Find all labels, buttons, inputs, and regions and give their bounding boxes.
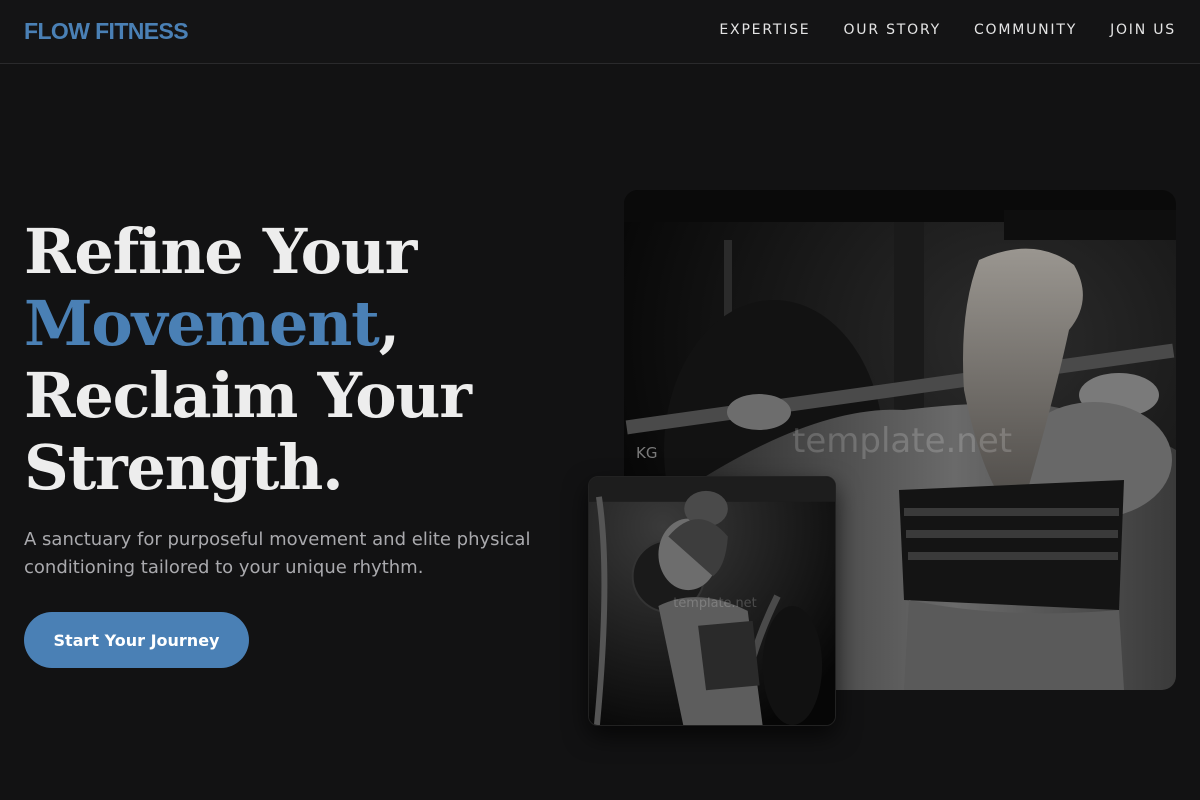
- hero-title-line4: Strength.: [24, 431, 344, 504]
- main-photo-watermark: template.net: [792, 421, 1012, 461]
- small-photo-watermark: template.net: [673, 596, 756, 611]
- hero-title: Refine Your Movement, Reclaim Your Stren…: [24, 216, 584, 504]
- hero-title-line1: Refine Your: [24, 215, 417, 288]
- brand-logo[interactable]: FLOW FITNESS: [24, 18, 189, 45]
- plate-label: KG: [636, 444, 657, 462]
- hero-title-accent: Movement: [24, 287, 380, 360]
- hero-subtitle: A sanctuary for purposeful movement and …: [24, 529, 531, 578]
- nav-link-expertise[interactable]: EXPERTISE: [719, 22, 810, 38]
- nav-link-community[interactable]: COMMUNITY: [974, 22, 1077, 38]
- nav-link-our-story[interactable]: OUR STORY: [843, 22, 941, 38]
- battle-rope-athlete-illustration: template.net: [589, 477, 835, 725]
- nav-links: EXPERTISE OUR STORY COMMUNITY JOIN US: [719, 22, 1176, 38]
- hero-title-comma: ,: [378, 287, 401, 360]
- start-journey-button[interactable]: Start Your Journey: [24, 612, 249, 668]
- hero-title-line3: Reclaim Your: [24, 359, 472, 432]
- nav-link-join-us[interactable]: JOIN US: [1110, 22, 1176, 38]
- top-nav: FLOW FITNESS EXPERTISE OUR STORY COMMUNI…: [0, 0, 1200, 64]
- hero-secondary-photo: template.net: [588, 476, 836, 726]
